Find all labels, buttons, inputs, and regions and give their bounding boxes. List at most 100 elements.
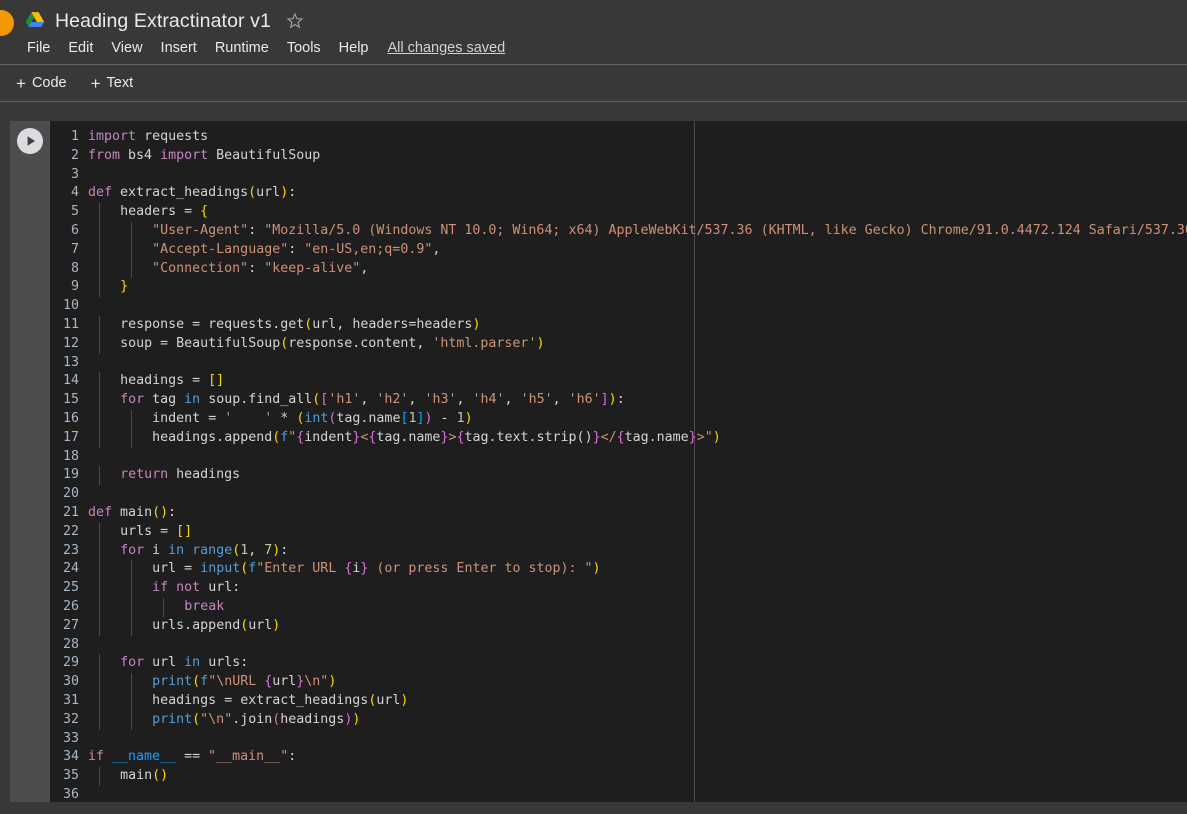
star-outline-icon[interactable]: [271, 11, 305, 31]
line-number: 17: [50, 429, 88, 448]
account-avatar[interactable]: [0, 10, 14, 36]
code-line-text[interactable]: indent = ' ' * (int(tag.name[1]) - 1): [88, 411, 473, 426]
code-line[interactable]: 20: [50, 485, 1187, 504]
code-line-text[interactable]: from bs4 import BeautifulSoup: [88, 148, 320, 163]
cell-run-gutter: [10, 121, 50, 802]
line-number: 13: [50, 354, 88, 373]
code-line-text[interactable]: urls.append(url): [88, 618, 280, 633]
code-line[interactable]: 21def main():: [50, 504, 1187, 523]
code-line-text[interactable]: for i in range(1, 7):: [88, 543, 288, 558]
line-number: 20: [50, 485, 88, 504]
menu-runtime[interactable]: Runtime: [206, 37, 278, 59]
code-line[interactable]: 36: [50, 786, 1187, 802]
menu-help[interactable]: Help: [330, 37, 378, 59]
code-cell[interactable]: 1import requests2from bs4 import Beautif…: [10, 121, 1187, 802]
line-number: 16: [50, 410, 88, 429]
code-line[interactable]: 11 response = requests.get(url, headers=…: [50, 316, 1187, 335]
code-line[interactable]: 26 break: [50, 598, 1187, 617]
code-line[interactable]: 4def extract_headings(url):: [50, 184, 1187, 203]
line-number: 15: [50, 391, 88, 410]
code-line[interactable]: 29 for url in urls:: [50, 654, 1187, 673]
menu-edit[interactable]: Edit: [59, 37, 102, 59]
code-line-text[interactable]: print(f"\nURL {url}\n"): [88, 674, 336, 689]
code-line[interactable]: 18: [50, 448, 1187, 467]
code-line-text[interactable]: "Connection": "keep-alive",: [88, 261, 368, 276]
code-line[interactable]: 15 for tag in soup.find_all(['h1', 'h2',…: [50, 391, 1187, 410]
code-line[interactable]: 22 urls = []: [50, 523, 1187, 542]
menu-tools[interactable]: Tools: [278, 37, 330, 59]
code-line[interactable]: 14 headings = []: [50, 372, 1187, 391]
code-line[interactable]: 3: [50, 166, 1187, 185]
line-number: 8: [50, 260, 88, 279]
code-line-text[interactable]: "Accept-Language": "en-US,en;q=0.9",: [88, 242, 440, 257]
code-line[interactable]: 25 if not url:: [50, 579, 1187, 598]
line-number: 11: [50, 316, 88, 335]
code-line[interactable]: 19 return headings: [50, 466, 1187, 485]
code-line[interactable]: 27 urls.append(url): [50, 617, 1187, 636]
code-line-text[interactable]: headings = extract_headings(url): [88, 693, 408, 708]
code-line[interactable]: 31 headings = extract_headings(url): [50, 692, 1187, 711]
code-line[interactable]: 35 main(): [50, 767, 1187, 786]
line-number: 1: [50, 128, 88, 147]
menu-insert[interactable]: Insert: [152, 37, 206, 59]
code-line-text[interactable]: soup = BeautifulSoup(response.content, '…: [88, 336, 544, 351]
code-line-text[interactable]: break: [88, 599, 224, 614]
add-code-cell-button[interactable]: + Code: [6, 72, 77, 95]
line-number: 35: [50, 767, 88, 786]
code-line-text[interactable]: return headings: [88, 467, 240, 482]
page-title: Heading Extractinator v1: [55, 10, 271, 33]
code-line[interactable]: 8 "Connection": "keep-alive",: [50, 260, 1187, 279]
code-line-text[interactable]: headings.append(f"{indent}<{tag.name}>{t…: [88, 430, 721, 445]
code-line[interactable]: 28: [50, 636, 1187, 655]
code-line-text[interactable]: for url in urls:: [88, 655, 248, 670]
code-line-text[interactable]: urls = []: [88, 524, 192, 539]
code-line-text[interactable]: "User-Agent": "Mozilla/5.0 (Windows NT 1…: [88, 223, 1187, 238]
line-number: 21: [50, 504, 88, 523]
code-line[interactable]: 12 soup = BeautifulSoup(response.content…: [50, 335, 1187, 354]
code-line-text[interactable]: if not url:: [88, 580, 240, 595]
code-line[interactable]: 34if __name__ == "__main__":: [50, 748, 1187, 767]
code-line-text[interactable]: }: [88, 279, 128, 294]
code-line[interactable]: 33: [50, 730, 1187, 749]
menu-view[interactable]: View: [102, 37, 151, 59]
code-line-text[interactable]: def main():: [88, 505, 176, 520]
code-line[interactable]: 10: [50, 297, 1187, 316]
add-text-cell-button[interactable]: + Text: [81, 72, 144, 95]
code-line-text[interactable]: print("\n".join(headings)): [88, 712, 360, 727]
code-line-text[interactable]: def extract_headings(url):: [88, 185, 296, 200]
code-line[interactable]: 17 headings.append(f"{indent}<{tag.name}…: [50, 429, 1187, 448]
code-line[interactable]: 24 url = input(f"Enter URL {i} (or press…: [50, 560, 1187, 579]
code-line[interactable]: 32 print("\n".join(headings)): [50, 711, 1187, 730]
code-line-text[interactable]: if __name__ == "__main__":: [88, 749, 296, 764]
code-line[interactable]: 30 print(f"\nURL {url}\n"): [50, 673, 1187, 692]
line-number: 24: [50, 560, 88, 579]
code-line-text[interactable]: main(): [88, 768, 168, 783]
code-line-text[interactable]: url = input(f"Enter URL {i} (or press En…: [88, 561, 601, 576]
save-status-link[interactable]: All changes saved: [388, 40, 506, 56]
code-line[interactable]: 2from bs4 import BeautifulSoup: [50, 147, 1187, 166]
code-editor[interactable]: 1import requests2from bs4 import Beautif…: [50, 121, 1187, 802]
menubar: File Edit View Insert Runtime Tools Help…: [18, 37, 505, 59]
code-line[interactable]: 5 headers = {: [50, 203, 1187, 222]
code-line[interactable]: 23 for i in range(1, 7):: [50, 542, 1187, 561]
code-line[interactable]: 16 indent = ' ' * (int(tag.name[1]) - 1): [50, 410, 1187, 429]
code-line-text[interactable]: for tag in soup.find_all(['h1', 'h2', 'h…: [88, 392, 625, 407]
code-lines-container[interactable]: 1import requests2from bs4 import Beautif…: [50, 121, 1187, 802]
code-line-text[interactable]: response = requests.get(url, headers=hea…: [88, 317, 480, 332]
code-line[interactable]: 9 }: [50, 278, 1187, 297]
code-line-text[interactable]: headings = []: [88, 373, 224, 388]
code-line[interactable]: 7 "Accept-Language": "en-US,en;q=0.9",: [50, 241, 1187, 260]
play-icon[interactable]: [17, 128, 43, 154]
plus-icon: +: [16, 75, 26, 92]
menu-file[interactable]: File: [18, 37, 59, 59]
line-number: 36: [50, 786, 88, 802]
code-line[interactable]: 13: [50, 354, 1187, 373]
line-number: 32: [50, 711, 88, 730]
code-line[interactable]: 1import requests: [50, 128, 1187, 147]
add-code-cell-label: Code: [32, 75, 67, 91]
code-line[interactable]: 6 "User-Agent": "Mozilla/5.0 (Windows NT…: [50, 222, 1187, 241]
line-number: 27: [50, 617, 88, 636]
code-line-text[interactable]: import requests: [88, 129, 208, 144]
add-text-cell-label: Text: [107, 75, 134, 91]
code-line-text[interactable]: headers = {: [88, 204, 208, 219]
